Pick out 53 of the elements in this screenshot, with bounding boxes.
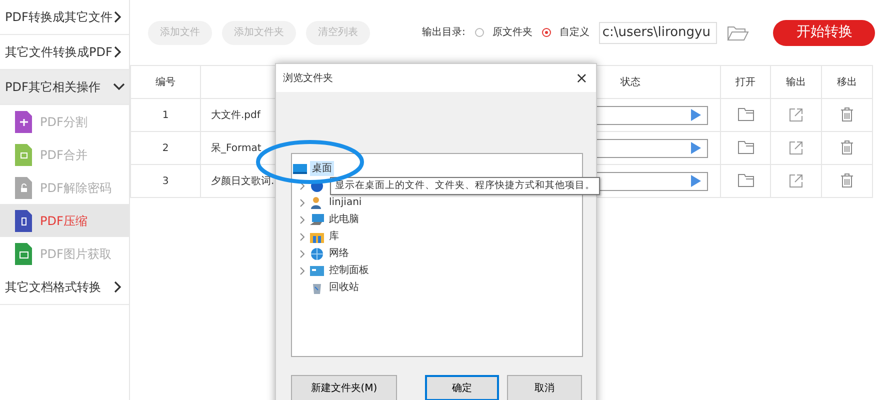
file-name: 大文件.pdf xyxy=(211,110,260,120)
column-header: 移出 xyxy=(837,76,857,88)
folder-icon[interactable] xyxy=(738,108,754,122)
column-header: 状态 xyxy=(620,76,640,88)
tree-item[interactable]: linjiani xyxy=(327,195,364,210)
dialog-button[interactable]: 确定 xyxy=(425,375,499,400)
play-icon[interactable] xyxy=(691,109,701,121)
folder-icon[interactable] xyxy=(738,141,754,154)
control-panel-icon xyxy=(310,264,324,278)
monitor-icon xyxy=(293,162,307,176)
file-name: 夕颜日文歌词. xyxy=(211,176,274,186)
folder-icon[interactable] xyxy=(727,24,750,40)
tree-item[interactable]: 网络 xyxy=(327,246,351,261)
tooltip: 显示在桌面上的文件、文件夹、程序快捷方式和其他项目。 xyxy=(330,177,600,196)
dialog-title: 浏览文件夹 xyxy=(283,72,333,86)
path-field[interactable]: c:\users\lirongyu xyxy=(599,22,718,44)
sidebar-category[interactable]: PDF其它相关操作 xyxy=(0,70,129,105)
radio-button[interactable] xyxy=(542,28,552,37)
computer-icon xyxy=(310,212,324,226)
close-button[interactable]: × xyxy=(575,70,588,86)
file-name: 呆_Format xyxy=(211,142,262,154)
trash-icon[interactable] xyxy=(840,107,854,122)
dialog-button[interactable]: 取消 xyxy=(507,375,582,400)
column-header: 编号 xyxy=(156,76,176,88)
export-icon[interactable] xyxy=(789,108,803,122)
column-header: 打开 xyxy=(736,76,756,88)
radio-button[interactable] xyxy=(475,28,484,37)
dialog-button[interactable]: 新建文件夹(M) xyxy=(291,375,397,400)
trash-icon[interactable] xyxy=(840,140,854,156)
row-number: 2 xyxy=(162,142,169,154)
tree-item[interactable]: 回收站 xyxy=(327,280,361,295)
column-header: 输出 xyxy=(786,76,806,88)
play-icon[interactable] xyxy=(691,175,701,187)
tree-item[interactable]: 桌面 xyxy=(310,161,334,176)
output-label: 输出目录: xyxy=(422,26,466,40)
radio-label: 自定义 xyxy=(559,26,590,40)
tree-item[interactable]: 控制面板 xyxy=(327,263,371,278)
export-icon[interactable] xyxy=(789,174,803,188)
globe-icon xyxy=(310,246,324,260)
export-icon[interactable] xyxy=(789,140,803,155)
radio-label: 原文件夹 xyxy=(492,26,532,40)
sidebar-category[interactable]: PDF转换成其它文件 xyxy=(0,0,129,35)
play-icon[interactable] xyxy=(691,142,701,154)
start-button[interactable]: 开始转换 xyxy=(773,20,876,46)
row-number: 3 xyxy=(162,176,169,186)
tree-item[interactable]: 库 xyxy=(327,229,341,244)
sidebar-category[interactable]: 其它文档格式转换 xyxy=(0,270,129,305)
folder-icon[interactable] xyxy=(738,174,754,188)
chevron-down-icon xyxy=(113,81,125,93)
tree-item[interactable]: 此电脑 xyxy=(327,212,361,227)
trash-icon[interactable] xyxy=(840,173,854,188)
row-number: 1 xyxy=(162,110,169,120)
user-icon xyxy=(310,196,324,210)
